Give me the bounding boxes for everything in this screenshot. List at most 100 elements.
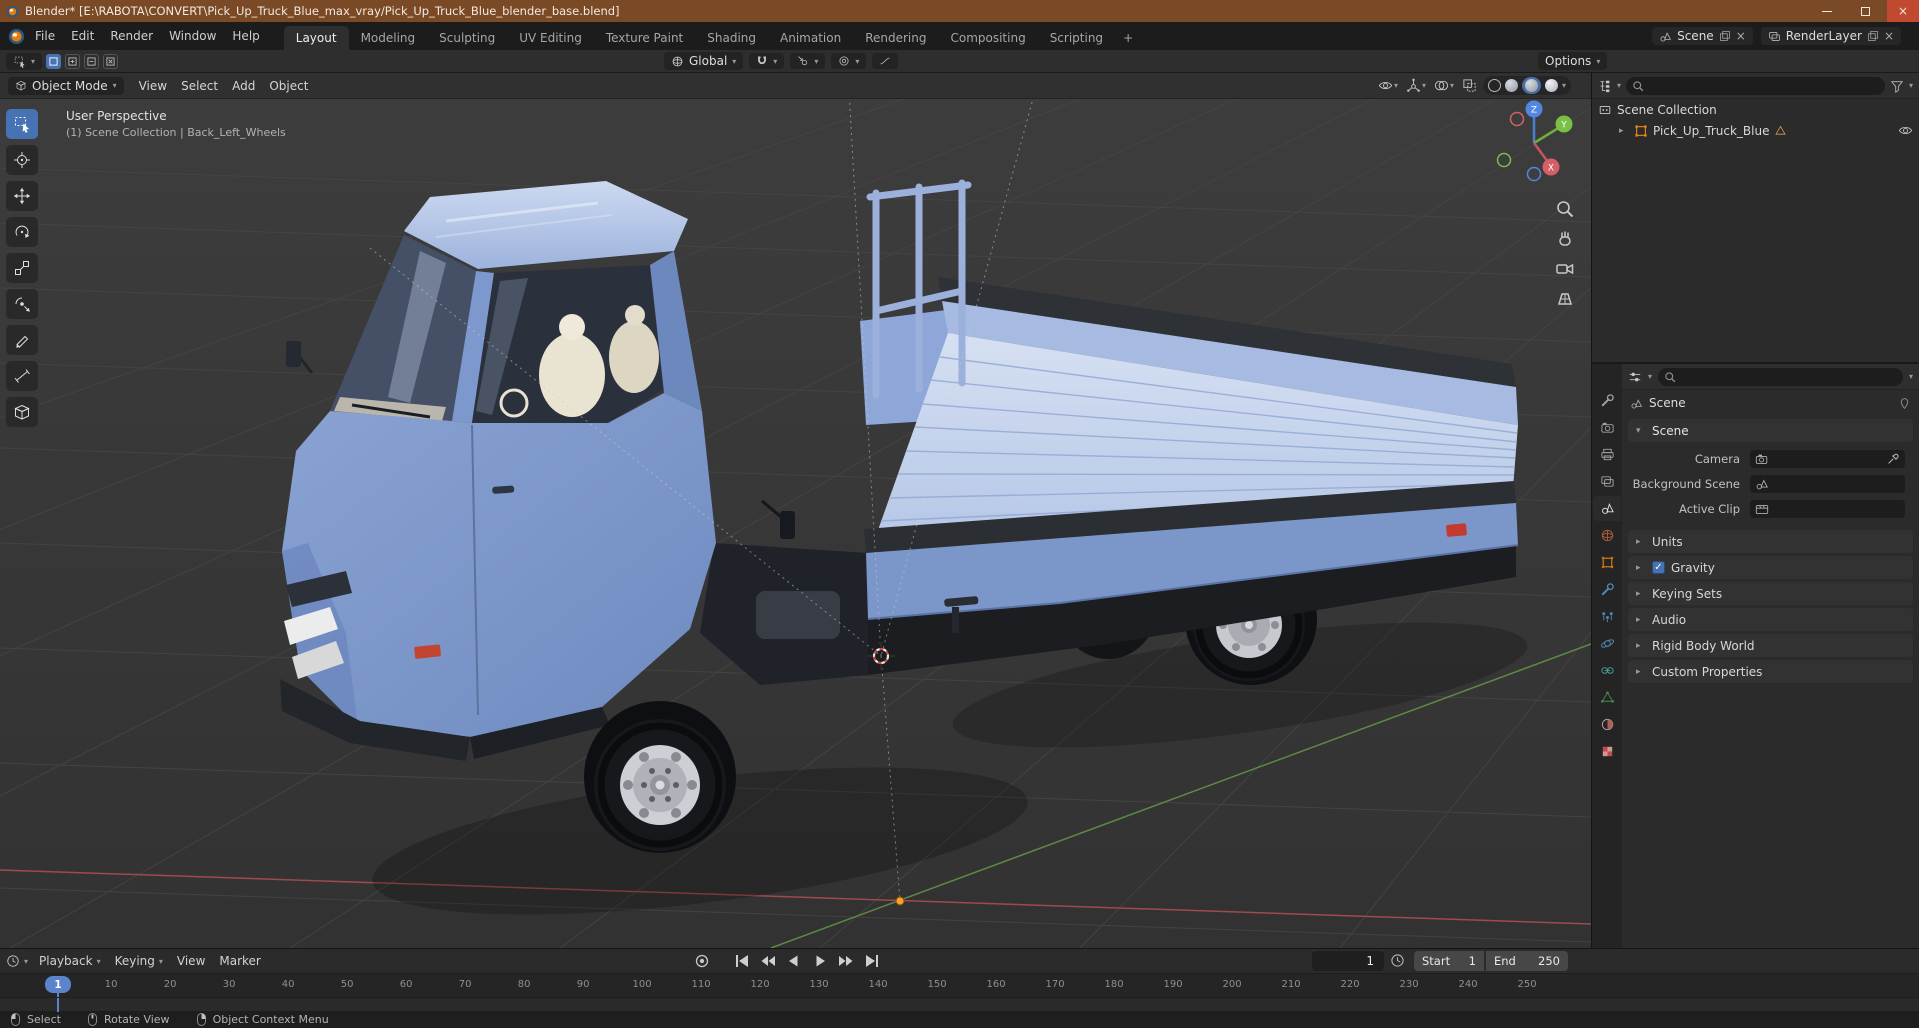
properties-tab-particles[interactable]	[1593, 604, 1621, 629]
gizmo-x-label[interactable]: X	[1548, 164, 1554, 174]
overlays-dropdown[interactable]: ▾	[1432, 77, 1456, 94]
pin-icon[interactable]	[1898, 397, 1911, 410]
workspace-tab-compositing[interactable]: Compositing	[938, 26, 1037, 50]
shading-options-dropdown[interactable]: ▾	[1562, 81, 1566, 90]
ruler-frame-70[interactable]: 70	[459, 979, 472, 990]
properties-tab-physics[interactable]	[1593, 631, 1621, 656]
start-frame-field[interactable]: Start 1	[1414, 951, 1484, 971]
camera-field[interactable]	[1750, 449, 1905, 468]
menu-edit[interactable]: Edit	[63, 26, 102, 46]
remove-view-layer-icon[interactable]: ×	[1884, 29, 1894, 43]
minimize-button[interactable]	[1811, 0, 1843, 22]
ruler-frame-110[interactable]: 110	[692, 979, 711, 990]
toggle-xray-button[interactable]	[1460, 77, 1479, 94]
ruler-frame-140[interactable]: 140	[869, 979, 888, 990]
gizmos-dropdown[interactable]: ▾	[1404, 77, 1428, 94]
viewport-canvas[interactable]	[0, 73, 1591, 948]
select-mode-extend-button[interactable]	[65, 53, 81, 69]
zoom-icon[interactable]	[1555, 199, 1575, 219]
end-frame-field[interactable]: End 250	[1486, 951, 1568, 971]
unlink-scene-icon[interactable]: ×	[1736, 29, 1746, 43]
panel-rigid-body-world[interactable]: ▸ Rigid Body World	[1628, 634, 1913, 657]
panel-units[interactable]: ▸ Units	[1628, 530, 1913, 553]
ruler-frame-40[interactable]: 40	[282, 979, 295, 990]
scene-panel-header[interactable]: ▾ Scene	[1628, 419, 1913, 442]
tool-move[interactable]	[6, 181, 38, 211]
properties-tab-world[interactable]	[1593, 523, 1621, 548]
ruler-frame-120[interactable]: 120	[751, 979, 770, 990]
jump-to-prev-keyframe-button[interactable]	[756, 951, 780, 971]
snapping-toggle[interactable]: ▾	[749, 53, 785, 69]
ruler-frame-30[interactable]: 30	[223, 979, 236, 990]
properties-tab-scene[interactable]	[1593, 496, 1621, 521]
gravity-checkbox[interactable]: ✓	[1652, 561, 1665, 574]
ruler-frame-220[interactable]: 220	[1341, 979, 1360, 990]
viewport-menu-object[interactable]: Object	[262, 77, 315, 95]
select-mode-new-button[interactable]	[46, 53, 62, 69]
properties-search-input[interactable]	[1658, 367, 1903, 386]
proportional-falloff-button[interactable]	[872, 53, 899, 69]
timeline-menu-keying[interactable]: Keying ▾	[108, 952, 170, 970]
proportional-editing-dropdown[interactable]: ▾	[831, 53, 867, 69]
ruler-frame-200[interactable]: 200	[1223, 979, 1242, 990]
workspace-tab-scripting[interactable]: Scripting	[1038, 26, 1115, 50]
select-mode-intersect-button[interactable]	[103, 53, 119, 69]
ruler-frame-150[interactable]: 150	[928, 979, 947, 990]
properties-tab-object-data[interactable]	[1593, 685, 1621, 710]
ruler-frame-10[interactable]: 10	[105, 979, 118, 990]
tool-select-box[interactable]	[6, 109, 38, 139]
panel-audio[interactable]: ▸ Audio	[1628, 608, 1913, 631]
hide-toggle-eye-icon[interactable]	[1898, 123, 1913, 138]
transform-orientation-dropdown[interactable]: Global ▾	[664, 52, 744, 70]
filter-dropdown[interactable]: ▾	[1909, 81, 1913, 90]
timeline-menu-view[interactable]: View	[170, 952, 212, 970]
menu-window[interactable]: Window	[161, 26, 224, 46]
ruler-frame-60[interactable]: 60	[400, 979, 413, 990]
workspace-tab-rendering[interactable]: Rendering	[853, 26, 938, 50]
gizmo-z-label[interactable]: Z	[1531, 106, 1537, 116]
shading-rendered-button[interactable]	[1544, 79, 1558, 92]
tool-annotate[interactable]	[6, 325, 38, 355]
properties-tab-texture[interactable]	[1593, 739, 1621, 764]
workspace-tab-modeling[interactable]: Modeling	[349, 26, 428, 50]
eyedropper-icon[interactable]	[1887, 452, 1900, 465]
menu-help[interactable]: Help	[224, 26, 267, 46]
workspace-tab-animation[interactable]: Animation	[768, 26, 853, 50]
auto-keying-button[interactable]	[690, 951, 714, 971]
workspace-tab-sculpting[interactable]: Sculpting	[427, 26, 507, 50]
properties-tab-render[interactable]	[1593, 415, 1621, 440]
new-view-layer-icon[interactable]	[1867, 30, 1879, 42]
ruler-frame-210[interactable]: 210	[1282, 979, 1301, 990]
jump-to-end-button[interactable]	[860, 951, 884, 971]
active-clip-field[interactable]	[1750, 499, 1905, 518]
shading-wireframe-button[interactable]	[1487, 79, 1501, 92]
select-mode-subtract-button[interactable]	[84, 53, 100, 69]
outliner-row-scene-collection[interactable]: Scene Collection	[1592, 99, 1919, 120]
close-button[interactable]: ×	[1887, 0, 1919, 22]
properties-tab-modifiers[interactable]	[1593, 577, 1621, 602]
properties-tab-constraints[interactable]	[1593, 658, 1621, 683]
properties-tab-material[interactable]	[1593, 712, 1621, 737]
ruler-frame-230[interactable]: 230	[1400, 979, 1419, 990]
workspace-tab-uv-editing[interactable]: UV Editing	[507, 26, 594, 50]
properties-filter-dropdown[interactable]: ▾	[1909, 372, 1913, 381]
timeline-editor-icon[interactable]	[6, 954, 20, 968]
panel-gravity[interactable]: ▸ ✓ Gravity	[1628, 556, 1913, 579]
scene-selector[interactable]: Scene ×	[1652, 27, 1753, 45]
gizmo-y-label[interactable]: Y	[1560, 121, 1567, 131]
camera-view-icon[interactable]	[1555, 259, 1575, 279]
ruler-frame-20[interactable]: 20	[164, 979, 177, 990]
properties-editor-icon[interactable]	[1628, 370, 1642, 384]
ruler-frame-190[interactable]: 190	[1164, 979, 1183, 990]
timeline-ruler[interactable]: 10 20 30 40 50 60 70 80 90 100 110 120 130 140 150 160 1…	[0, 973, 1919, 998]
panel-keying-sets[interactable]: ▸ Keying Sets	[1628, 582, 1913, 605]
ruler-frame-180[interactable]: 180	[1105, 979, 1124, 990]
add-workspace-button[interactable]: +	[1115, 26, 1141, 50]
outliner-row-pick-up-truck-blue[interactable]: ▸ Pick_Up_Truck_Blue	[1592, 120, 1919, 141]
timeline-track-area[interactable]	[0, 997, 1919, 1012]
new-scene-icon[interactable]	[1719, 30, 1731, 42]
ruler-frame-160[interactable]: 160	[987, 979, 1006, 990]
play-button[interactable]	[808, 951, 832, 971]
view-layer-selector[interactable]: RenderLayer ×	[1760, 27, 1901, 45]
shading-material-preview-button[interactable]	[1521, 77, 1541, 94]
